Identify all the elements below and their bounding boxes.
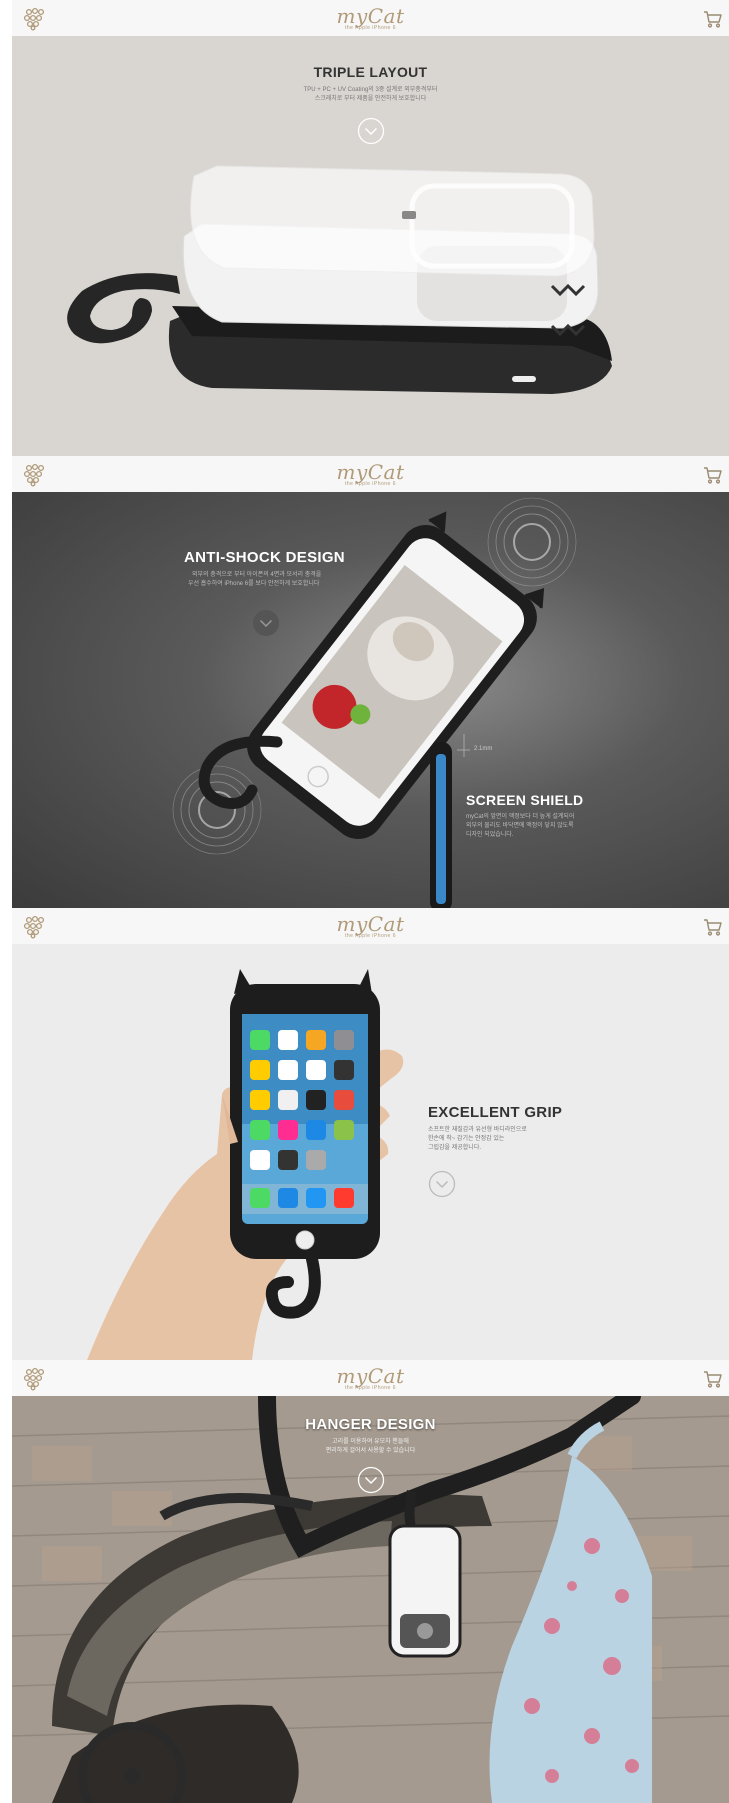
section-desc-line2: 편리하게 걸어서 사용할 수 있습니다: [325, 1448, 416, 1454]
section-desc-line1: 소프트한 재질감과 유선형 바디라인으로: [428, 1127, 527, 1133]
section-desc-line2: 한손에 착~ 감기는 안정감 있는: [428, 1136, 505, 1142]
header: myCat the Apple iPhone 6: [12, 1360, 729, 1396]
cart-icon[interactable]: [703, 1370, 723, 1388]
shield-desc-line3: 디자인 되었습니다.: [466, 832, 514, 838]
header: myCat the Apple iPhone 6: [12, 0, 729, 36]
section-desc-line3: 그립감을 제공합니다.: [428, 1145, 482, 1151]
section-title: EXCELLENT GRIP: [428, 1104, 563, 1121]
chevron-down-icon: [428, 1170, 456, 1198]
scroll-down-button[interactable]: [428, 1170, 456, 1198]
brand-subtitle: the Apple iPhone 6: [345, 933, 396, 939]
page: myCat the Apple iPhone 6 TRIPLE LAYOUT T…: [12, 0, 729, 1803]
section-title: HANGER DESIGN: [305, 1416, 436, 1433]
chevron-down-icon: [357, 1466, 385, 1494]
cart-icon[interactable]: [703, 10, 723, 28]
header: myCat the Apple iPhone 6: [12, 456, 729, 492]
hand-holding-phone-illustration: [87, 969, 404, 1360]
hanger-design-section: HANGER DESIGN 고리를 이용하여 유모차 핸들에 편리하게 걸어서 …: [12, 1396, 729, 1803]
paw-logo-icon[interactable]: [22, 463, 48, 487]
brand-subtitle: the Apple iPhone 6: [345, 25, 396, 31]
shield-title: SCREEN SHIELD: [466, 792, 584, 808]
cart-icon[interactable]: [703, 466, 723, 484]
paw-logo-icon[interactable]: [22, 7, 48, 31]
brand-subtitle: the Apple iPhone 6: [345, 1385, 396, 1391]
shield-measurement: 2.1mm: [474, 746, 493, 752]
stroller-photo-illustration: [12, 1396, 729, 1803]
cart-icon[interactable]: [703, 918, 723, 936]
case-layers-illustration: [67, 165, 612, 394]
paw-logo-icon[interactable]: [22, 1367, 48, 1391]
brand-subtitle: the Apple iPhone 6: [345, 481, 396, 487]
paw-logo-icon[interactable]: [22, 915, 48, 939]
phone-case-illustration: [172, 497, 577, 908]
excellent-grip-section: EXCELLENT GRIP 소프트한 재질감과 유선형 바디라인으로 한손에 …: [12, 944, 729, 1360]
header: myCat the Apple iPhone 6: [12, 908, 729, 944]
shield-desc-line2: 외부의 물리도 바닥면에 액정이 닿지 않도록: [466, 823, 574, 829]
triple-layout-section: TRIPLE LAYOUT TPU + PC + UV Coating의 3중 …: [12, 36, 729, 456]
section-desc-line1: 고리를 이용하여 유모차 핸들에: [332, 1439, 409, 1445]
shield-desc-line1: myCat의 앞면이 액정보다 더 높게 설계되어: [466, 814, 575, 820]
anti-shock-section: ANTI-SHOCK DESIGN 외부의 충격으로 부터 아이폰의 4면과 모…: [12, 492, 729, 908]
scroll-down-button[interactable]: [357, 1466, 385, 1494]
